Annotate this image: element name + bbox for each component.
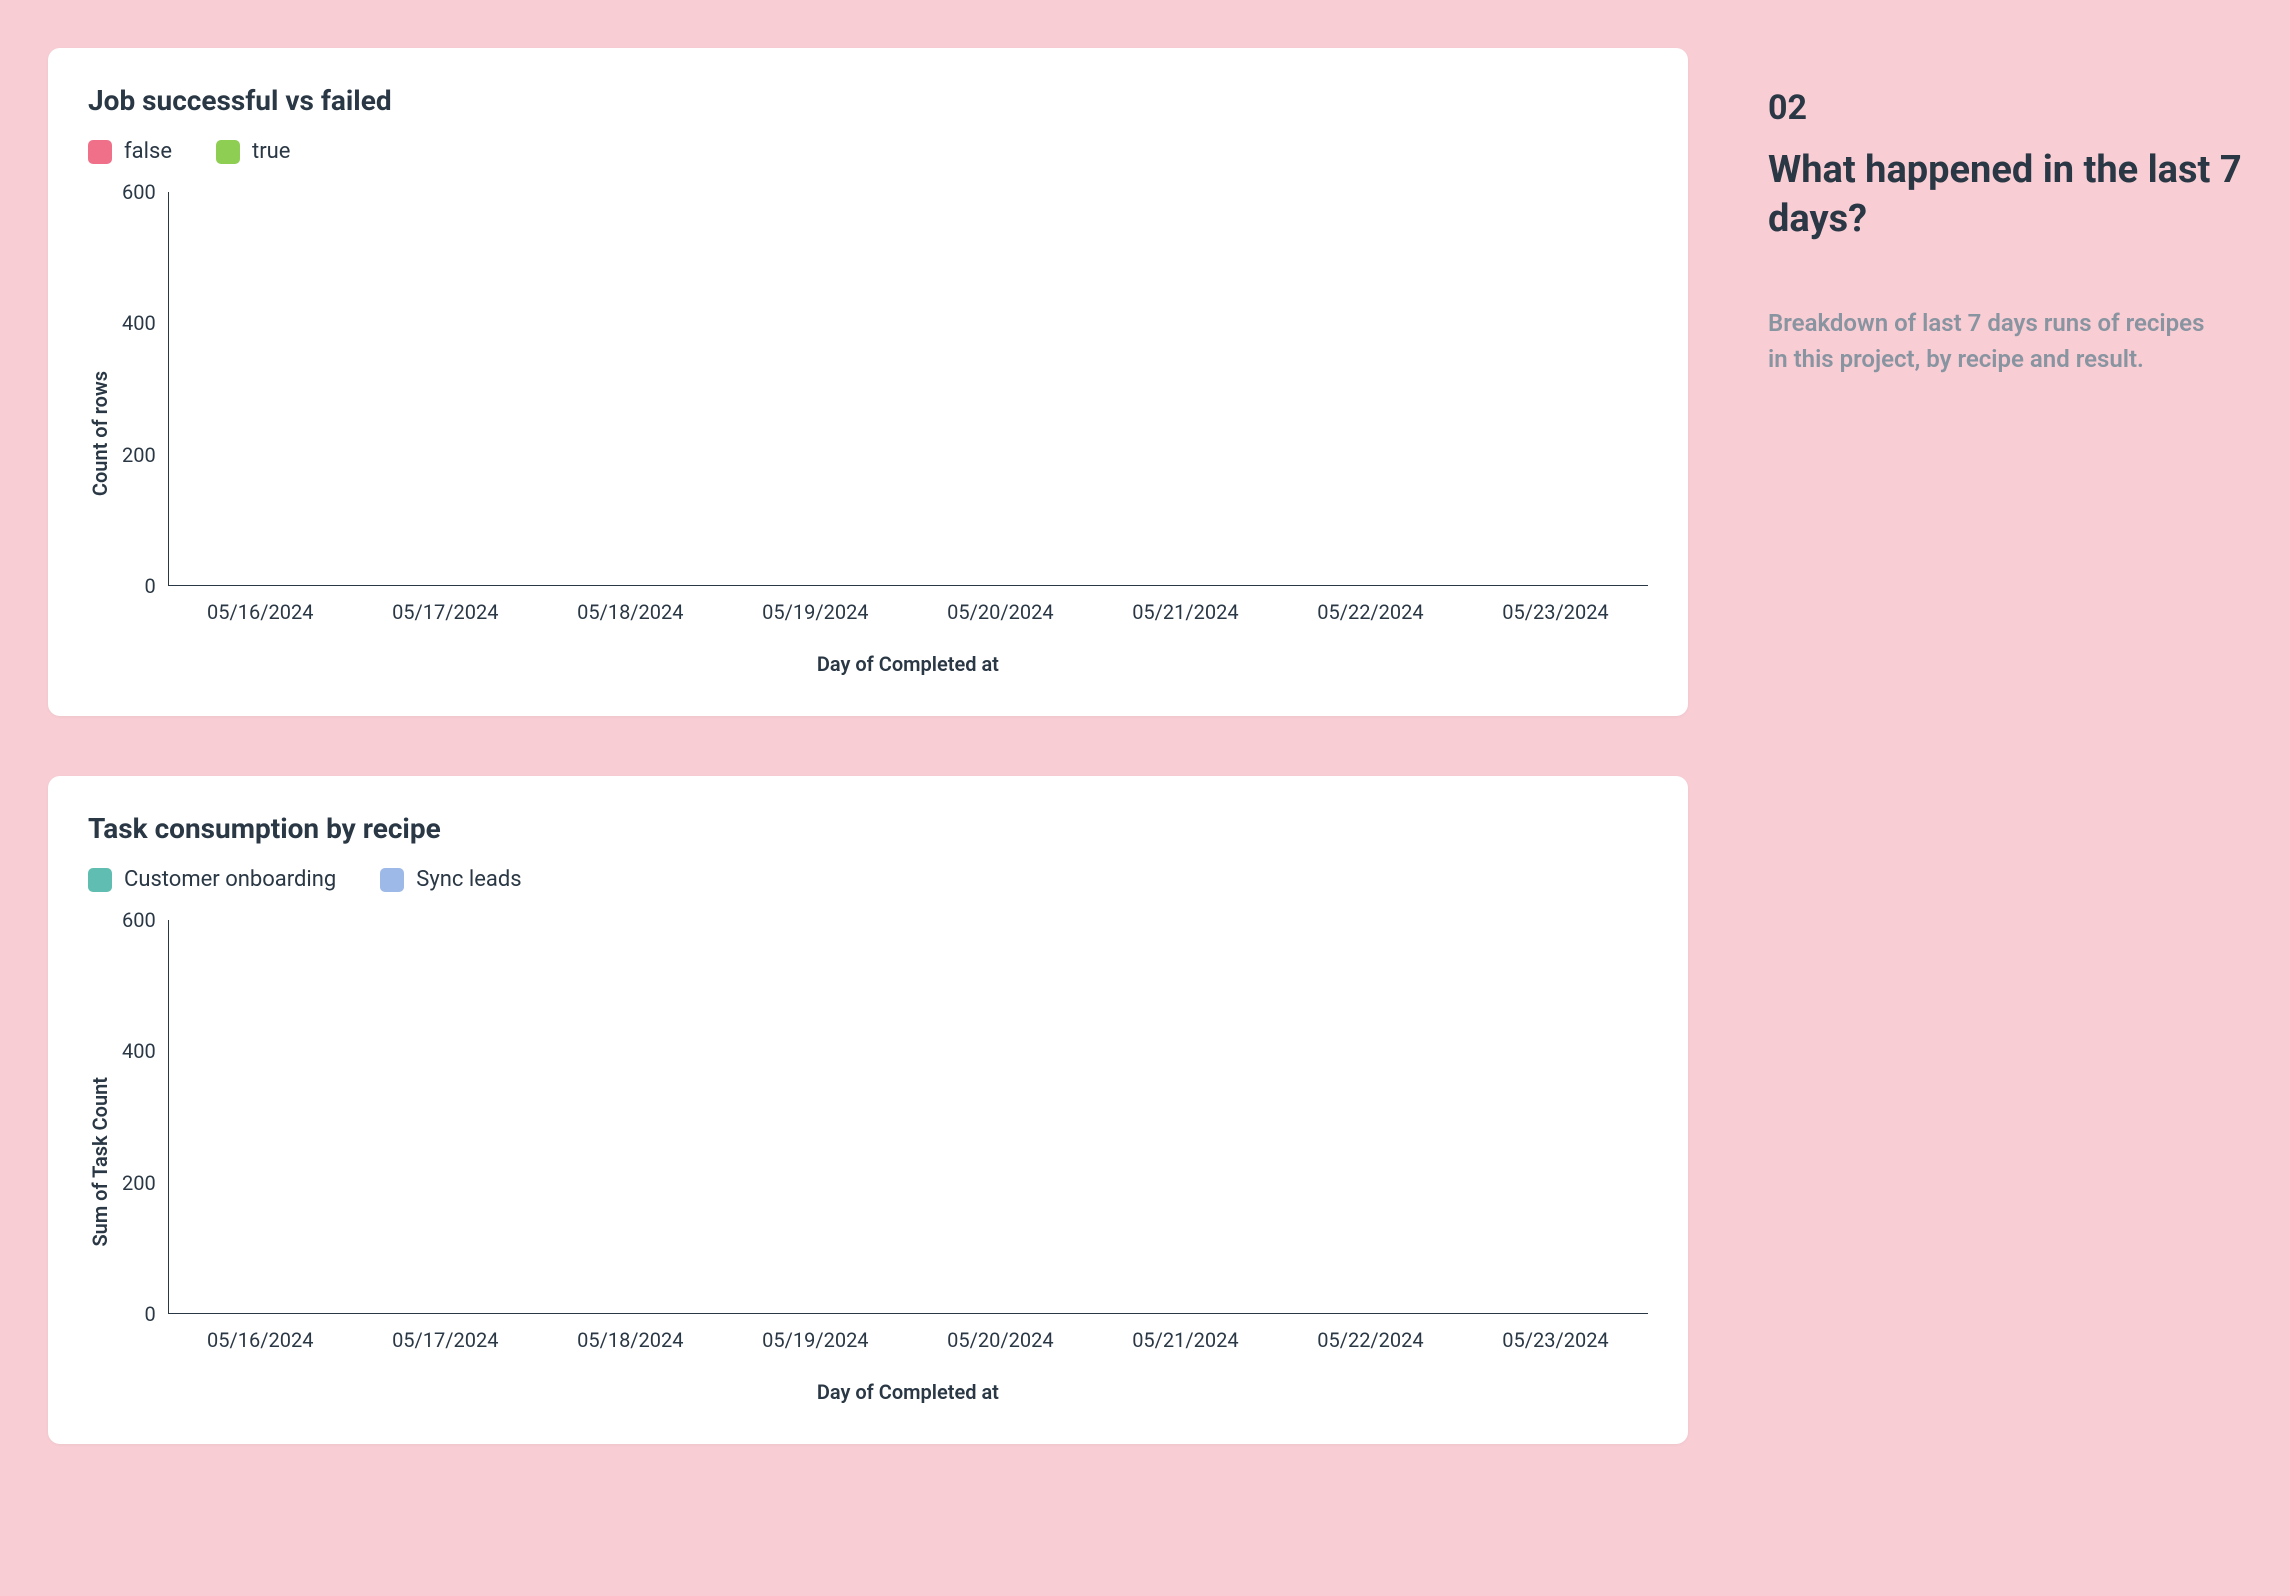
y-axis-label: Sum of Task Count — [88, 1077, 112, 1247]
x-axis-label: Day of Completed at — [168, 1380, 1648, 1404]
x-axis-ticks: 05/16/202405/17/202405/18/202405/19/2024… — [168, 600, 1648, 624]
x-tick-label: 05/21/2024 — [1093, 600, 1278, 624]
chart-plot-area — [168, 192, 1648, 586]
chart-title: Job successful vs failed — [88, 84, 1648, 117]
chart-title: Task consumption by recipe — [88, 812, 1648, 845]
legend-item-customer-onboarding[interactable]: Customer onboarding — [88, 867, 336, 892]
x-tick-label: 05/16/2024 — [168, 1328, 353, 1352]
x-axis-ticks: 05/16/202405/17/202405/18/202405/19/2024… — [168, 1328, 1648, 1352]
x-tick-label: 05/17/2024 — [353, 1328, 538, 1352]
x-axis-label: Day of Completed at — [168, 652, 1648, 676]
legend-item-true[interactable]: true — [216, 139, 290, 164]
x-tick-label: 05/20/2024 — [908, 600, 1093, 624]
sidebar-description: 02 What happened in the last 7 days? Bre… — [1768, 48, 2242, 1548]
x-tick-label: 05/23/2024 — [1463, 1328, 1648, 1352]
x-tick-label: 05/22/2024 — [1278, 600, 1463, 624]
x-tick-label: 05/18/2024 — [538, 1328, 723, 1352]
x-tick-label: 05/16/2024 — [168, 600, 353, 624]
legend-item-sync-leads[interactable]: Sync leads — [380, 867, 521, 892]
section-description: Breakdown of last 7 days runs of recipes… — [1768, 305, 2208, 377]
x-tick-label: 05/18/2024 — [538, 600, 723, 624]
y-axis-label: Count of rows — [88, 371, 112, 496]
swatch-customer-onboarding — [88, 868, 112, 892]
x-tick-label: 05/20/2024 — [908, 1328, 1093, 1352]
y-axis-ticks: 600 400 200 0 — [122, 192, 168, 586]
x-tick-label: 05/23/2024 — [1463, 600, 1648, 624]
chart-legend: Customer onboarding Sync leads — [88, 867, 1648, 892]
x-tick-label: 05/17/2024 — [353, 600, 538, 624]
y-axis-ticks: 600 400 200 0 — [122, 920, 168, 1314]
legend-label: Sync leads — [416, 867, 521, 892]
swatch-true — [216, 140, 240, 164]
legend-item-false[interactable]: false — [88, 139, 172, 164]
x-tick-label: 05/19/2024 — [723, 600, 908, 624]
swatch-sync-leads — [380, 868, 404, 892]
section-title: What happened in the last 7 days? — [1768, 146, 2242, 245]
x-tick-label: 05/19/2024 — [723, 1328, 908, 1352]
x-tick-label: 05/21/2024 — [1093, 1328, 1278, 1352]
legend-label: false — [124, 139, 172, 164]
chart-card-task-consumption: Task consumption by recipe Customer onbo… — [48, 776, 1688, 1444]
legend-label: true — [252, 139, 290, 164]
chart-legend: false true — [88, 139, 1648, 164]
chart-plot-area — [168, 920, 1648, 1314]
chart-card-job-success: Job successful vs failed false true Coun… — [48, 48, 1688, 716]
x-tick-label: 05/22/2024 — [1278, 1328, 1463, 1352]
swatch-false — [88, 140, 112, 164]
section-number: 02 — [1768, 88, 2242, 128]
legend-label: Customer onboarding — [124, 867, 336, 892]
